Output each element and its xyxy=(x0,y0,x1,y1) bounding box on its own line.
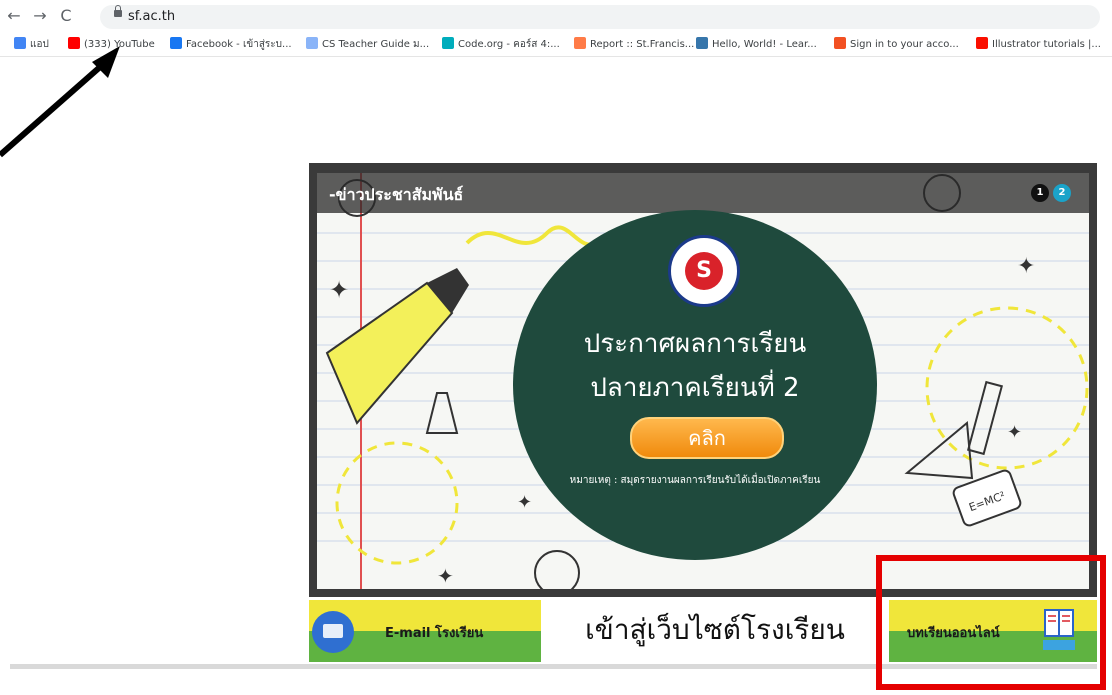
news-banner: E=MC² ✦ ✦ ✦ ✦ ✦ -ข่าวประชาสัมพันธ์ 1 2 S… xyxy=(309,163,1097,597)
bookmark-hello-world[interactable]: Hello, World! - Lear... xyxy=(696,37,817,53)
slide-dot-2[interactable]: 2 xyxy=(1053,184,1071,202)
flask-icon xyxy=(425,392,459,434)
svg-text:✦: ✦ xyxy=(517,492,532,513)
email-tile[interactable]: E-mail โรงเรียน xyxy=(309,600,541,662)
bookmark-cs-teacher[interactable]: CS Teacher Guide ม... xyxy=(306,37,429,53)
ruler-icon xyxy=(966,380,1004,456)
bookmarks-bar: แอป (333) YouTube Facebook - เข้าสู่ระบ.… xyxy=(0,34,1112,57)
gear-icon xyxy=(534,550,580,589)
annotation-arrow xyxy=(0,46,120,158)
svg-text:✦: ✦ xyxy=(329,276,349,304)
forward-button[interactable]: → xyxy=(30,6,50,26)
svg-text:✦: ✦ xyxy=(437,564,454,588)
bookmark-report[interactable]: Report :: St.Francis... xyxy=(574,37,694,53)
adobe-icon xyxy=(976,37,988,49)
slide-dot-1[interactable]: 1 xyxy=(1031,184,1049,202)
report-icon xyxy=(574,37,586,49)
bookmark-microsoft[interactable]: Sign in to your acco... xyxy=(834,37,959,53)
lock-icon xyxy=(114,5,122,17)
cs-teacher-icon xyxy=(306,37,318,49)
bookmark-facebook[interactable]: Facebook - เข้าสู่ระบ... xyxy=(170,37,292,53)
news-ribbon: -ข่าวประชาสัมพันธ์ 1 2 xyxy=(317,173,1089,213)
email-label: E-mail โรงเรียน xyxy=(385,626,484,641)
click-button[interactable]: คลิก xyxy=(630,417,784,459)
facebook-icon xyxy=(170,37,182,49)
highlighter-icon xyxy=(325,281,454,425)
school-seal-logo: S xyxy=(668,235,740,307)
ribbon-title: -ข่าวประชาสัมพันธ์ xyxy=(329,185,464,204)
enter-website-link[interactable]: เข้าสู่เว็บไซต์โรงเรียน xyxy=(541,608,889,652)
bookmark-illustrator[interactable]: Illustrator tutorials |... xyxy=(976,37,1101,53)
codeorg-icon xyxy=(442,37,454,49)
microsoft-icon xyxy=(834,37,846,49)
svg-text:✦: ✦ xyxy=(1017,254,1035,279)
note-text: หมายเหตุ : สมุดรายงานผลการเรียนรับได้เมื… xyxy=(569,475,821,486)
highlight-box xyxy=(876,555,1106,690)
mail-icon xyxy=(312,611,354,653)
url-text: sf.ac.th xyxy=(128,9,176,24)
news-slide[interactable]: E=MC² ✦ ✦ ✦ ✦ ✦ -ข่าวประชาสัมพันธ์ 1 2 S… xyxy=(317,173,1089,589)
headline-line1: ประกาศผลการเรียน xyxy=(583,329,807,359)
bookmark-codeorg[interactable]: Code.org - คอร์ส 4:... xyxy=(442,37,560,53)
python-icon xyxy=(696,37,708,49)
reload-button[interactable]: C xyxy=(56,6,76,26)
headline-line2: ปลายภาคเรียนที่ 2 xyxy=(590,373,800,403)
back-button[interactable]: ← xyxy=(4,6,24,26)
address-bar[interactable]: sf.ac.th xyxy=(100,5,1100,29)
browser-toolbar: ← → C sf.ac.th xyxy=(0,0,1112,34)
svg-text:✦: ✦ xyxy=(1007,422,1022,443)
